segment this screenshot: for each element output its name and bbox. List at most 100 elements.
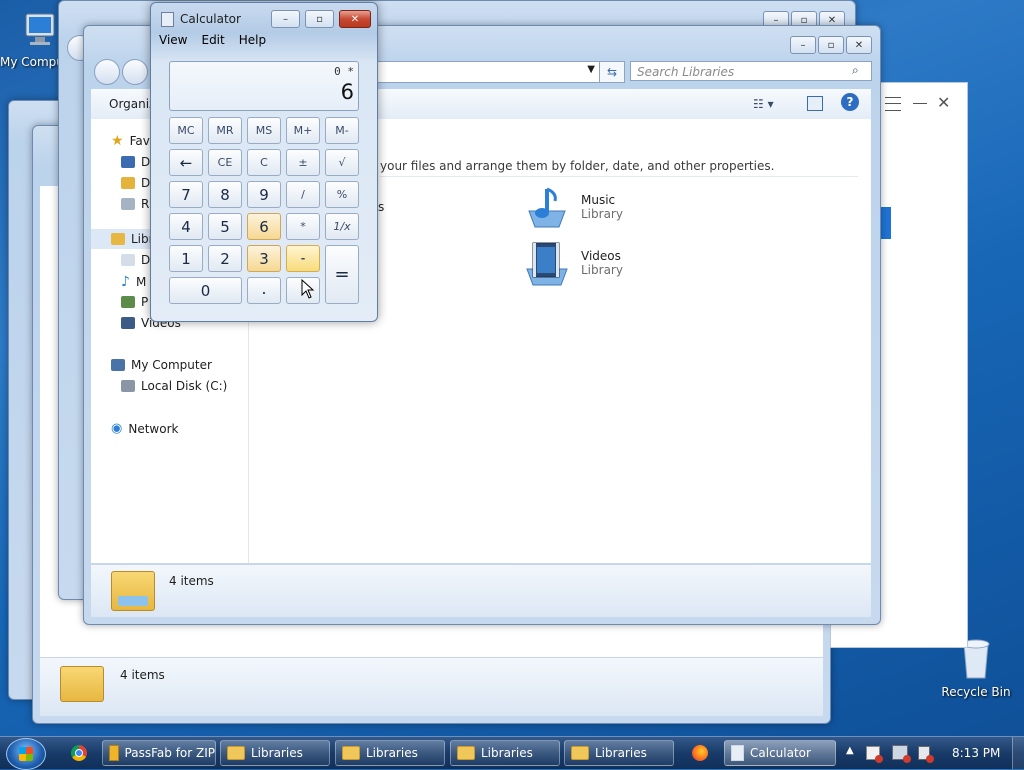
- key-multiply[interactable]: *: [286, 213, 320, 240]
- close-button[interactable]: ✕: [846, 36, 872, 54]
- network-status-icon[interactable]: [892, 745, 911, 763]
- nav-fav-item[interactable]: R: [121, 197, 149, 211]
- nav-fav-item[interactable]: D: [121, 155, 150, 169]
- divider: [380, 176, 858, 177]
- key-mc[interactable]: MC: [169, 117, 203, 144]
- nav-fav-item[interactable]: D: [121, 176, 150, 190]
- taskbar-item-calculator[interactable]: Calculator: [724, 740, 836, 766]
- library-item-name[interactable]: s: [378, 200, 384, 214]
- key-m-plus[interactable]: M+: [286, 117, 320, 144]
- chevron-down-icon[interactable]: ▼: [587, 64, 595, 75]
- preview-pane-icon[interactable]: [807, 96, 823, 111]
- key-sqrt[interactable]: √: [325, 149, 359, 176]
- library-title: Music: [581, 193, 616, 207]
- network-globe-icon: ◉: [111, 421, 123, 436]
- calculator-display: 0 * 6: [169, 61, 359, 111]
- key-percent[interactable]: %: [325, 181, 359, 208]
- music-library-icon: [528, 187, 566, 228]
- taskbar-item-libraries[interactable]: Libraries: [564, 740, 674, 766]
- window-title: Calculator: [180, 12, 241, 26]
- maximize-button[interactable]: ▫: [818, 36, 844, 54]
- key-ms[interactable]: MS: [247, 117, 281, 144]
- calculator-window[interactable]: Calculator – ▫ ✕ View Edit Help 0 * 6 MC…: [150, 2, 378, 322]
- key-divide[interactable]: /: [286, 181, 320, 208]
- taskbar-item-libraries[interactable]: Libraries: [220, 740, 330, 766]
- refresh-button[interactable]: ⇆: [599, 61, 625, 83]
- pictures-icon: [121, 296, 135, 308]
- show-desktop-button[interactable]: [1012, 737, 1024, 769]
- minimize-icon[interactable]: [913, 103, 927, 104]
- chrome-taskbar-button[interactable]: [62, 740, 98, 766]
- documents-icon: [121, 254, 135, 266]
- desktop-icon-label: Recycle Bin: [941, 685, 1011, 699]
- key-3[interactable]: 3: [247, 245, 281, 272]
- volume-muted-icon[interactable]: [918, 746, 934, 763]
- key-9[interactable]: 9: [247, 181, 281, 208]
- key-m-minus[interactable]: M-: [325, 117, 359, 144]
- status-text: 4 items: [120, 668, 165, 682]
- windows-logo-icon: [19, 747, 33, 761]
- key-0[interactable]: 0: [169, 277, 242, 304]
- nav-computer-item[interactable]: Local Disk (C:): [121, 379, 227, 393]
- library-item-music[interactable]: Music Library: [523, 183, 623, 231]
- close-button[interactable]: ✕: [339, 10, 371, 28]
- key-2[interactable]: 2: [208, 245, 242, 272]
- key-reciprocal[interactable]: 1/x: [325, 213, 359, 240]
- music-note-icon: ♪: [121, 274, 130, 290]
- search-input[interactable]: Search Libraries: [630, 61, 872, 81]
- menu-edit[interactable]: Edit: [201, 33, 224, 47]
- clock[interactable]: 8:13 PM: [952, 746, 1000, 760]
- key-4[interactable]: 4: [169, 213, 203, 240]
- taskbar-item-libraries[interactable]: Libraries: [450, 740, 560, 766]
- nav-network[interactable]: ◉ Network: [111, 421, 178, 436]
- key-subtract[interactable]: -: [286, 245, 320, 272]
- firefox-taskbar-button[interactable]: [684, 740, 718, 766]
- close-icon[interactable]: ✕: [937, 95, 950, 111]
- desktop-icon: [121, 156, 135, 168]
- menu-help[interactable]: Help: [239, 33, 266, 47]
- nav-lib-item[interactable]: P: [121, 295, 148, 309]
- view-options-icon[interactable]: ☷ ▾: [753, 97, 774, 111]
- star-icon: ★: [111, 133, 124, 149]
- action-center-icon[interactable]: [866, 746, 883, 763]
- taskbar-item-passfab[interactable]: PassFab for ZIP: [102, 740, 216, 766]
- key-decimal[interactable]: .: [247, 277, 281, 304]
- key-7[interactable]: 7: [169, 181, 203, 208]
- library-intro-text: your files and arrange them by folder, d…: [380, 159, 775, 173]
- downloads-icon: [121, 177, 135, 189]
- nav-lib-item[interactable]: ♪ M: [121, 274, 146, 290]
- computer-icon: [111, 359, 125, 371]
- address-bar[interactable]: ▼: [374, 61, 600, 83]
- maximize-button[interactable]: ▫: [305, 10, 334, 28]
- minimize-button[interactable]: –: [271, 10, 300, 28]
- search-icon[interactable]: ⌕: [852, 63, 859, 78]
- window-controls: – ▫ ✕: [790, 36, 872, 54]
- key-5[interactable]: 5: [208, 213, 242, 240]
- start-button[interactable]: [6, 738, 46, 770]
- forward-button[interactable]: [122, 59, 148, 85]
- nav-lib-item[interactable]: D: [121, 253, 150, 267]
- hamburger-icon[interactable]: [885, 97, 901, 111]
- help-icon[interactable]: ?: [841, 93, 859, 111]
- status-bar: 4 items: [91, 564, 871, 617]
- menu-view[interactable]: View: [159, 33, 187, 47]
- back-button[interactable]: [94, 59, 120, 85]
- taskbar-item-libraries[interactable]: Libraries: [335, 740, 445, 766]
- nav-computer[interactable]: My Computer: [111, 358, 212, 372]
- key-8[interactable]: 8: [208, 181, 242, 208]
- key-backspace[interactable]: ←: [169, 149, 203, 176]
- minimize-button[interactable]: –: [790, 36, 816, 54]
- key-equals[interactable]: =: [325, 245, 359, 304]
- nav-libraries[interactable]: Libr: [111, 232, 154, 246]
- key-ce[interactable]: CE: [208, 149, 242, 176]
- key-6[interactable]: 6: [247, 213, 281, 240]
- zip-app-icon: [109, 745, 119, 761]
- show-hidden-icons-button[interactable]: ▲: [846, 745, 854, 756]
- library-item-videos[interactable]: Videos Library: [523, 239, 623, 287]
- key-c[interactable]: C: [247, 149, 281, 176]
- key-mr[interactable]: MR: [208, 117, 242, 144]
- nav-favorites[interactable]: ★ Fav: [111, 133, 150, 149]
- desktop-icon-label: My Computer: [0, 55, 62, 69]
- key-1[interactable]: 1: [169, 245, 203, 272]
- key-negate[interactable]: ±: [286, 149, 320, 176]
